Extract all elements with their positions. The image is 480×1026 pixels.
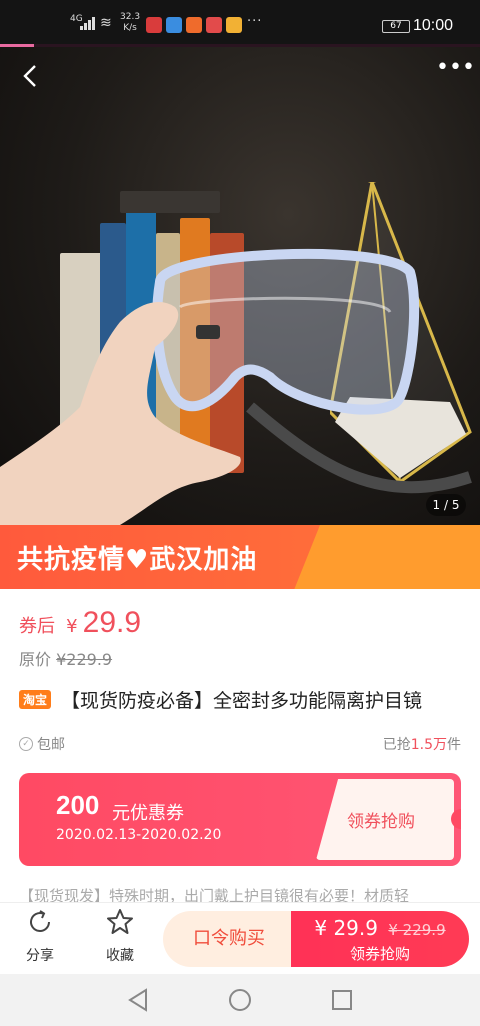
original-price-row: 原价 ¥229.9 [19,646,112,670]
app-notification-icon [206,17,222,33]
wifi-icon: ≋ [100,15,112,31]
app-notification-icon [226,17,242,33]
sold-number: 1.5万 [410,737,447,753]
back-arrow-icon[interactable] [16,61,46,91]
taobao-badge: 淘宝 [19,690,52,709]
app-notification-icon [146,17,162,33]
share-button[interactable]: 分享 [10,907,70,965]
share-icon [30,910,50,932]
nav-back-icon[interactable] [124,986,154,1014]
product-image-carousel[interactable]: ••• 1 / 5 [0,47,480,525]
bottom-action-bar: 分享 收藏 口令购买 ¥ 29.9 ¥ 229.9 领券抢购 [0,902,480,974]
notification-app-icons [146,17,242,33]
buy-old-price: ¥ 229.9 [388,921,446,939]
network-speed-value: 32.3 [120,12,141,22]
product-meta-row: ✓ 包邮 已抢1.5万件 [19,734,461,754]
system-navigation-bar [0,974,480,1026]
favorite-button[interactable]: 收藏 [90,907,150,965]
promo-banner: 共抗疫情♥武汉加油 [0,525,480,589]
status-bar: 4G ≋ 32.3 K/s ··· 67 10:00 [0,0,480,44]
app-notification-icon [166,17,182,33]
nav-home-icon[interactable] [225,986,255,1014]
goggles-product-photo [0,248,472,525]
more-dots-icon[interactable]: ••• [436,57,475,91]
coupon-after-label: 券后 [19,616,55,637]
sold-suffix: 件 [447,737,461,753]
favorite-label: 收藏 [106,948,134,964]
coupon-amount: 200 [56,790,100,820]
check-circle-icon: ✓ [19,737,33,751]
battery-icon: 67 [382,20,410,33]
product-title-row: 淘宝 【现货防疫必备】全密封多功能隔离护目镜 [19,686,422,713]
sold-prefix: 已抢 [382,737,411,753]
nav-recents-icon[interactable] [327,986,357,1014]
buy-label: 领券抢购 [349,945,410,963]
free-shipping-label: 包邮 [37,737,65,753]
banner-text-left: 共抗疫情 [17,545,126,575]
clock: 10:00 [413,17,454,34]
original-price: ¥229.9 [56,650,113,669]
coupon-dates: 2020.02.13-2020.02.20 [56,827,222,843]
claim-and-buy-button[interactable]: ¥ 29.9 ¥ 229.9 领券抢购 [291,911,469,967]
network-speed-unit: K/s [123,23,137,33]
coupon-amount-label: 元优惠券 [112,803,184,824]
price: 29.9 [82,606,142,639]
original-price-label: 原价 [19,650,52,669]
star-icon [107,909,133,934]
signal-icon [80,16,96,30]
currency-symbol: ¥ [66,616,78,637]
buy-price-line: ¥ 29.9 ¥ 229.9 [291,916,469,940]
app-notification-icon [186,17,202,33]
coupon-card[interactable]: 200 元优惠券 2020.02.13-2020.02.20 领券抢购 [19,773,461,866]
price-row: 券后 ¥ 29.9 [19,606,141,640]
promo-banner-text: 共抗疫情♥武汉加油 [17,539,257,576]
heart-icon: ♥ [125,545,150,575]
buy-price: ¥ 29.9 [314,916,378,940]
sold-count: 已抢1.5万件 [383,734,461,754]
image-counter: 1 / 5 [426,494,466,516]
free-shipping: ✓ 包邮 [19,734,65,754]
share-label: 分享 [26,948,54,964]
more-notifications-icon: ··· [247,14,263,29]
network-speed: 32.3 K/s [120,12,140,34]
code-buy-button[interactable]: 口令购买 [163,911,295,967]
product-title: 【现货防疫必备】全密封多功能隔离护目镜 [61,690,423,712]
claim-coupon-button[interactable]: 领券抢购 [347,807,415,832]
banner-text-right: 武汉加油 [149,545,258,575]
